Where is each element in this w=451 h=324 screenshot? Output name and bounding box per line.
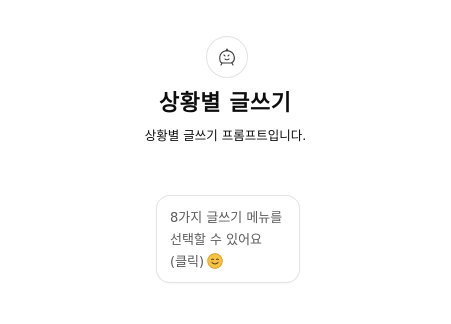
conversation-starter-label: 8가지 글쓰기 메뉴를 선택할 수 있어요 (클릭) xyxy=(170,211,283,270)
smiling-face-emoji-icon xyxy=(207,253,223,273)
gpt-description: 상황별 글쓰기 프롬프트입니다. xyxy=(144,128,307,143)
hand-drawn-creature-icon xyxy=(219,48,235,66)
conversation-starter-button[interactable]: 8가지 글쓰기 메뉴를 선택할 수 있어요 (클릭) xyxy=(156,195,300,283)
gpt-title: 상황별 글쓰기 xyxy=(159,91,292,116)
gpt-intro-page: 상황별 글쓰기 상황별 글쓰기 프롬프트입니다. 8가지 글쓰기 메뉴를 선택할… xyxy=(0,0,451,324)
gpt-avatar xyxy=(206,36,248,78)
